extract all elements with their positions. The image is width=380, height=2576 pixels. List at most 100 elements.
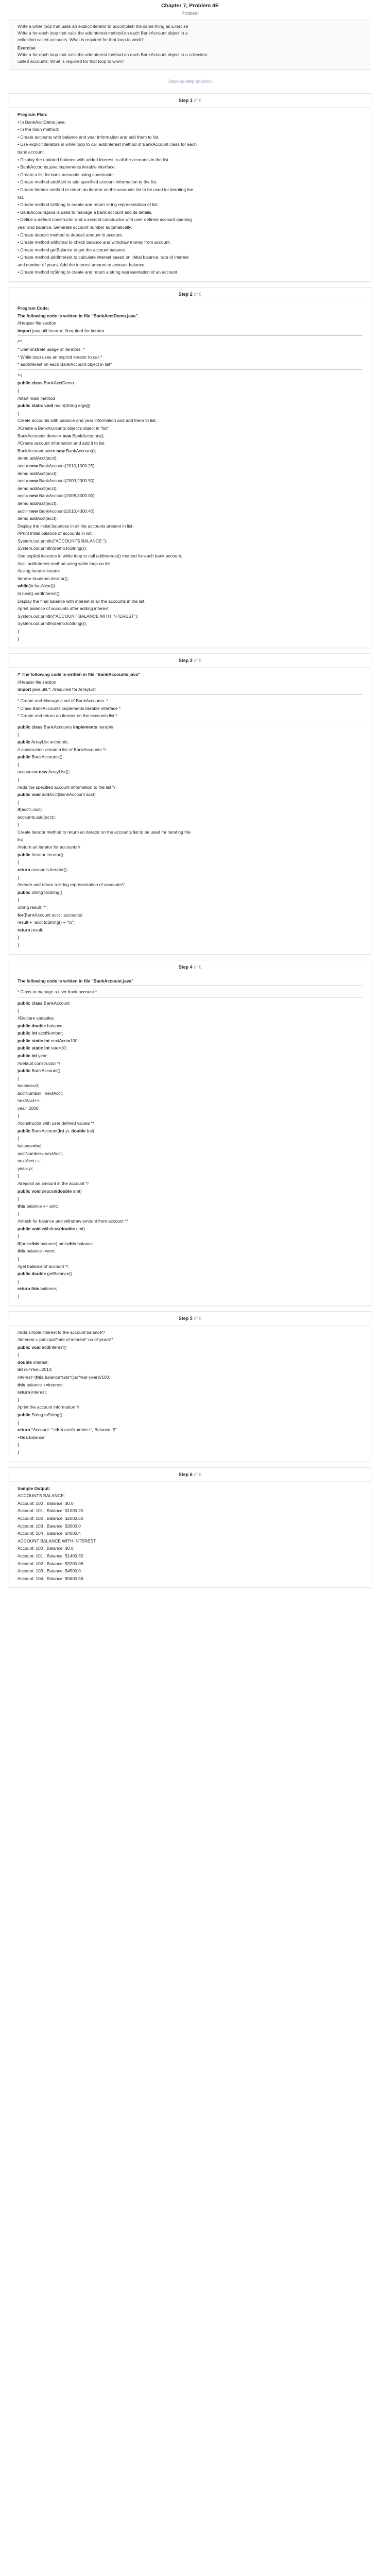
text-line: • Display the updated balance with added… <box>18 157 169 162</box>
text-line: demo.addAcct(acct); <box>18 485 58 491</box>
step-label: Step 2 <box>178 292 193 297</box>
step-body: Program Code: The following code is writt… <box>9 301 371 648</box>
code-text: interest=( <box>18 1375 36 1380</box>
code-keyword: this <box>68 1241 76 1246</box>
code-keyword: return this <box>18 1286 40 1292</box>
text-line: BankAccounts demo = new BankAccounts(); <box>18 432 362 440</box>
problem-text: Write a while loop that uses an explicit… <box>18 23 362 43</box>
text-line: //Create account information and add it … <box>18 440 105 446</box>
code-keyword: double <box>71 1128 86 1133</box>
text-line: //Header file section <box>18 679 57 685</box>
text-line: • Create method toString to create and r… <box>18 202 159 208</box>
code-text: ArrayList(); <box>47 769 70 775</box>
code-text: .balance) amt< <box>39 1241 68 1246</box>
text-line: Account: 102 , Balance: $3200.08 <box>18 1561 83 1566</box>
text-line: if(acct!=null) <box>18 806 362 814</box>
text-line: bank account. <box>18 149 45 155</box>
code-text: accounts= <box>18 769 39 775</box>
text-line: /* The following code is written in file… <box>18 672 141 677</box>
text-line: Sample Output: <box>18 1485 50 1491</box>
text-line: Display the final balance with interest … <box>18 598 146 604</box>
code-keyword: return <box>18 1389 30 1395</box>
text-line: //Header file section <box>18 320 57 326</box>
step-card-6: Step 6 of 6 Sample Output: ACCOUNTS BALANC… <box>9 1467 371 1588</box>
text-line: Account: 104 , Balance: $5600.56 <box>18 1575 83 1581</box>
text-line: demo.addAcct(acct); <box>18 455 58 461</box>
text-line: //return an iterator for accounts*/ <box>18 844 80 850</box>
code-keyword: public void <box>18 792 41 798</box>
code-text: nextAcct=100; <box>49 1038 79 1043</box>
text-line: balance=0; <box>18 1083 39 1089</box>
code-text: result; <box>30 927 44 933</box>
step-count: of 6 <box>194 1315 202 1321</box>
text-line: • In the main method: <box>18 127 59 132</box>
text-line: * addInterest on each BankAccount object… <box>18 362 112 367</box>
code-keyword: double <box>60 1226 75 1231</box>
text-line: { <box>18 1419 19 1425</box>
step-label: Step 5 <box>178 1315 193 1321</box>
code-keyword: double <box>57 1188 72 1194</box>
code-text: BankAccounts(); <box>71 433 105 438</box>
code-text: Iterator iterator() <box>30 852 63 857</box>
text-line: • Create method getBalance to get the ac… <box>18 247 126 252</box>
code-text: String toString() <box>30 889 62 895</box>
text-line: • Create method addAcct to add specified… <box>18 179 158 185</box>
text-line: The following code is written in file "B… <box>18 978 134 984</box>
code-text: balance; <box>46 1023 64 1028</box>
step-header: Step 5 of 6 <box>9 1312 371 1326</box>
code-text: rate=10; <box>49 1045 67 1051</box>
text-line: Create accounts with balance and year in… <box>18 418 157 423</box>
code-text: addInterest() <box>40 1344 67 1350</box>
code-keyword: public <box>18 852 31 857</box>
separator-rule <box>18 335 362 336</box>
text-line: return "Account: "+this.acctNumber+", Ba… <box>18 1426 362 1434</box>
text-line: public void addInterest() <box>18 1344 362 1351</box>
text-line: //constructor with user defined values *… <box>18 1121 94 1126</box>
code-text: BankAccounts() <box>30 754 63 760</box>
text-line: } <box>18 1113 19 1118</box>
step-header: Step 3 of 6 <box>9 654 371 668</box>
text-line: demo.addAcct(acct); <box>18 516 58 521</box>
code-text: Iterable <box>97 724 113 730</box>
step-label: Step 3 <box>178 658 193 664</box>
code-keyword: return <box>18 1427 30 1433</box>
text-line: { <box>18 897 19 903</box>
code-keyword: public static int <box>18 1038 50 1043</box>
text-line: } <box>18 1450 19 1455</box>
text-line: { <box>18 732 19 737</box>
text-line: Iterator itr=demo.iterator(); <box>18 575 69 581</box>
text-line: Program Plan: <box>18 112 48 117</box>
text-line: public BankAccount(int yr, double bal) <box>18 1127 362 1135</box>
text-line: } <box>18 1397 19 1402</box>
code-keyword: public class <box>18 1000 43 1006</box>
text-line: • Create accounts with balance and year … <box>18 134 160 140</box>
code-text: BankAccount(2008,3000.00); <box>38 493 96 499</box>
code-text: acct= <box>18 493 29 499</box>
text-line: Program Code: <box>18 306 49 311</box>
code-keyword: new <box>39 769 47 775</box>
text-line: * Class to manage a user bank account * <box>18 989 97 995</box>
text-line: //print balance of accounts after adding… <box>18 606 109 612</box>
text-line: { <box>18 859 19 865</box>
text-line: //start main method <box>18 395 55 401</box>
step-count: of 6 <box>194 1471 202 1477</box>
code-keyword: public void <box>18 1188 41 1194</box>
code-keyword: public int <box>18 1053 37 1058</box>
text-line: acct= new BankAccount(2010,4000.40); <box>18 507 362 515</box>
step-body: The following code is written in file "B… <box>9 974 371 1306</box>
problem-statement: Write a while loop that uses an explicit… <box>9 20 371 70</box>
text-line: System.out.println(demo.toString()); <box>18 546 87 551</box>
code-text: .balance +=interest; <box>25 1382 64 1387</box>
problem-line: collection called accounts. What is requ… <box>18 37 144 42</box>
text-line: • Create method withdraw to check balanc… <box>18 240 171 245</box>
text-line: { <box>18 1136 19 1141</box>
text-line: public BankAccounts() <box>18 753 362 761</box>
separator-rule <box>18 369 362 370</box>
step-card-2: Step 2 of 6 Program Code: The following co… <box>9 287 371 649</box>
text-line: balance=bal; <box>18 1143 43 1149</box>
text-line: { <box>18 799 19 805</box>
code-keyword: new <box>29 508 38 514</box>
text-line: public int acctNumber; <box>18 1029 362 1037</box>
text-line: public int year; <box>18 1052 362 1060</box>
step-count: of 6 <box>194 292 202 297</box>
